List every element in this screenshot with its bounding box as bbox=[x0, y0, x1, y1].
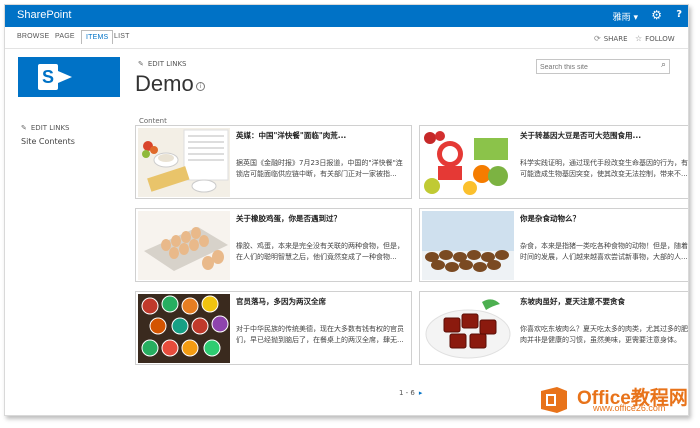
tab-page[interactable]: PAGE bbox=[55, 33, 75, 40]
eggs-photo bbox=[138, 211, 230, 280]
card-title[interactable]: 你是杂食动物么？ bbox=[520, 213, 688, 224]
search-icon[interactable]: ⌕ bbox=[661, 60, 666, 70]
pager-range: 1 - 6 bbox=[399, 389, 415, 397]
logo-tab-shape bbox=[58, 71, 72, 83]
dongpo-pork-photo bbox=[422, 294, 514, 363]
card-description: 杂食，本来是指猪一类吃各种食物的动物！但是，随着时间的发展，人们越来越喜欢尝试新… bbox=[520, 242, 688, 261]
list-item[interactable]: 你是杂食动物么？ 杂食，本来是指猪一类吃各种食物的动物！但是，随着时间的发展，人… bbox=[419, 208, 688, 282]
search-box[interactable]: ⌕ bbox=[536, 59, 670, 74]
card-description: 你喜欢吃东坡肉么？夏天吃太多的肉类，尤其过多的肥肉并非是健康的习惯，虽然美味，更… bbox=[520, 325, 688, 344]
gear-icon[interactable]: ⚙ bbox=[651, 8, 662, 22]
share-button[interactable]: ⟳ SHARE bbox=[594, 34, 628, 43]
sharepoint-brand[interactable]: SharePoint bbox=[17, 9, 71, 21]
nav-site-contents[interactable]: Site Contents bbox=[21, 137, 75, 146]
list-item[interactable]: 关于转基因大豆是否可大范围食用... 科学实践证明，通过现代手段改变生命基因的行… bbox=[419, 125, 688, 199]
page-frame: SharePoint 雅雨 ▾ ⚙ ? BROWSE PAGE ITEMS LI… bbox=[4, 4, 689, 416]
card-description: 对于中华民族的传统美德，现在大多数有钱有权的官员们，早已经抛到脑后了，在餐桌上的… bbox=[236, 325, 404, 344]
card-description: 科学实践证明，通过现代手段改变生命基因的行为，有可能造成生物基因突变，使其改变无… bbox=[520, 159, 688, 178]
breakfast-photo bbox=[138, 128, 230, 197]
edit-links-left[interactable]: ✎ EDIT LINKS bbox=[21, 124, 70, 132]
card-description: 据英国《金融时报》7月23日报道，中国的"洋快餐"连锁店可能面临供应链中断，有关… bbox=[236, 159, 403, 178]
vegetables-scale-photo bbox=[422, 128, 514, 197]
list-item[interactable]: 英媒：中国"洋快餐"面临"肉荒... 据英国《金融时报》7月23日报道，中国的"… bbox=[135, 125, 412, 199]
share-icon: ⟳ bbox=[594, 34, 601, 43]
card-title[interactable]: 英媒：中国"洋快餐"面临"肉荒... bbox=[236, 130, 408, 141]
tab-browse[interactable]: BROWSE bbox=[17, 33, 49, 40]
card-title[interactable]: 关于橡胶鸡蛋，你是否遇到过？ bbox=[236, 213, 408, 224]
star-icon: ☆ bbox=[635, 34, 643, 43]
site-logo[interactable]: S bbox=[18, 57, 120, 97]
share-label: SHARE bbox=[603, 35, 628, 43]
next-page-icon[interactable]: ▸ bbox=[419, 389, 423, 397]
tab-items[interactable]: ITEMS bbox=[81, 30, 114, 44]
info-icon[interactable]: i bbox=[196, 82, 205, 91]
banquet-photo bbox=[138, 294, 230, 363]
list-item[interactable]: 关于橡胶鸡蛋，你是否遇到过？ 橡胶、鸡蛋，本来是完全没有关联的两种食物，但是，在… bbox=[135, 208, 412, 282]
search-input[interactable] bbox=[540, 61, 650, 73]
card-title[interactable]: 东坡肉虽好，夏天注意不要贪食 bbox=[520, 296, 688, 307]
pager: 1 - 6 ▸ bbox=[399, 389, 422, 397]
card-title[interactable]: 官员落马，多因为两汉全席 bbox=[236, 296, 408, 307]
list-item[interactable]: 官员落马，多因为两汉全席 对于中华民族的传统美德，现在大多数有钱有权的官员们，早… bbox=[135, 291, 412, 365]
user-menu[interactable]: 雅雨 ▾ bbox=[613, 10, 638, 23]
sharepoint-logo-icon: S bbox=[41, 67, 54, 87]
card-title[interactable]: 关于转基因大豆是否可大范围食用... bbox=[520, 130, 688, 141]
card-description: 橡胶、鸡蛋，本来是完全没有关联的两种食物，但是，在人们的聪明智慧之后，他们竟然变… bbox=[236, 242, 404, 261]
suite-bar: SharePoint 雅雨 ▾ ⚙ ? bbox=[5, 5, 688, 27]
edit-links-top[interactable]: ✎ EDIT LINKS bbox=[138, 60, 187, 68]
tab-list[interactable]: LIST bbox=[114, 33, 130, 40]
site-title[interactable]: Demo bbox=[135, 71, 194, 97]
content-label: Content bbox=[139, 117, 167, 125]
ribbon: BROWSE PAGE ITEMS LIST ⟳ SHARE ☆ FOLLOW bbox=[5, 27, 688, 49]
watermark-url: www.office26.com bbox=[593, 403, 666, 413]
list-item[interactable]: 东坡肉虽好，夏天注意不要贪食 你喜欢吃东坡肉么？夏天吃太多的肉类，尤其过多的肥肉… bbox=[419, 291, 688, 365]
dried-food-photo bbox=[422, 211, 514, 280]
help-icon[interactable]: ? bbox=[676, 9, 682, 20]
edit-links-left-label: EDIT LINKS bbox=[30, 124, 70, 132]
follow-button[interactable]: ☆ FOLLOW bbox=[635, 34, 675, 43]
edit-links-top-label: EDIT LINKS bbox=[147, 60, 187, 68]
office-logo-icon bbox=[537, 385, 571, 415]
pencil-icon: ✎ bbox=[138, 60, 144, 68]
pencil-icon: ✎ bbox=[21, 124, 27, 132]
follow-label: FOLLOW bbox=[645, 35, 675, 43]
